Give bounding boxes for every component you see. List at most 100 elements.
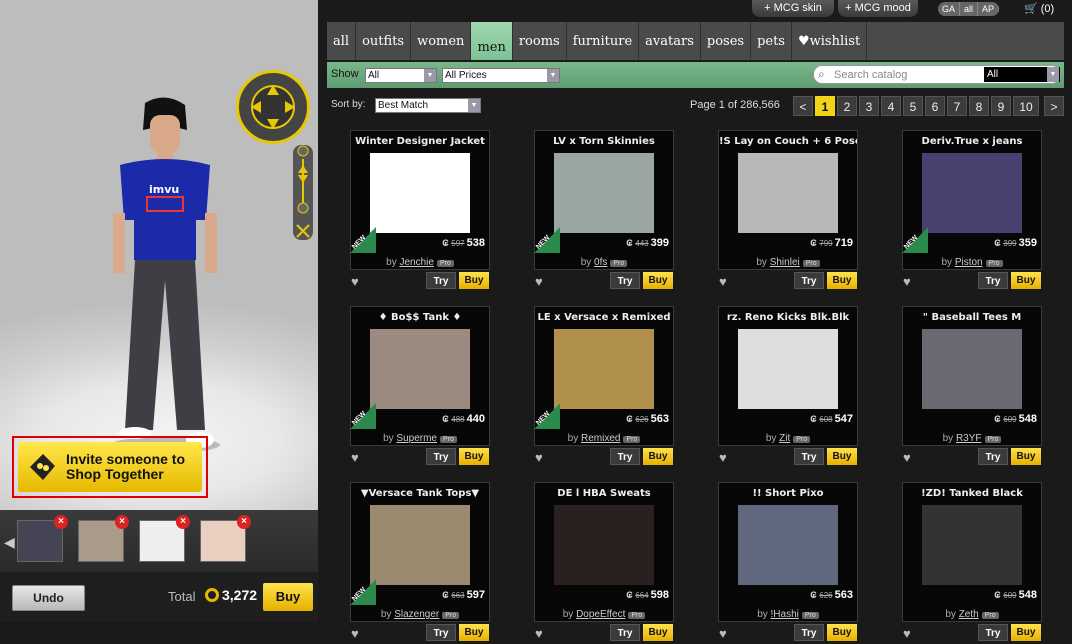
try-button[interactable]: Try: [978, 272, 1008, 289]
product-title[interactable]: LE x Versace x Remixed: [535, 312, 673, 323]
creator-link[interactable]: 0fs: [594, 257, 607, 268]
product-card[interactable]: rz. Reno Kicks Blk.Blk ₢ 608 547 by Zit Pr…: [718, 306, 858, 446]
try-button[interactable]: Try: [610, 272, 640, 289]
page-button-5[interactable]: 5: [903, 96, 923, 116]
product-card[interactable]: LE x Versace x Remixed NEW ₢ 626 563 by R…: [534, 306, 674, 446]
remove-icon[interactable]: ×: [115, 515, 129, 529]
buy-button[interactable]: Buy: [1011, 448, 1041, 465]
product-title[interactable]: Winter Designer Jacket: [351, 136, 489, 147]
product-thumbnail[interactable]: [922, 505, 1022, 585]
product-card[interactable]: DE l HBA Sweats ₢ 664 598 by DopeEffect Pr…: [534, 482, 674, 622]
page-button-6[interactable]: 6: [925, 96, 945, 116]
page-button-2[interactable]: 2: [837, 96, 857, 116]
page-button-7[interactable]: 7: [947, 96, 967, 116]
tab-furniture[interactable]: furniture: [567, 22, 640, 60]
page-button-10[interactable]: 10: [1013, 96, 1039, 116]
remove-icon[interactable]: ×: [54, 515, 68, 529]
tab-all[interactable]: all: [327, 22, 357, 60]
page-button-3[interactable]: 3: [859, 96, 879, 116]
creator-link[interactable]: Slazenger: [394, 609, 439, 620]
buy-button[interactable]: Buy: [643, 272, 673, 289]
buy-all-button[interactable]: Buy: [263, 583, 313, 611]
tab-rooms[interactable]: rooms: [513, 22, 567, 60]
buy-button[interactable]: Buy: [827, 448, 857, 465]
product-thumbnail[interactable]: [370, 505, 470, 585]
undo-button[interactable]: Undo: [12, 585, 85, 611]
wishlist-heart-icon[interactable]: ♥: [351, 274, 359, 289]
tab-pets[interactable]: pets: [751, 22, 792, 60]
zoom-slider[interactable]: [293, 145, 313, 240]
product-title[interactable]: !ZD! Tanked Black: [903, 488, 1041, 499]
product-card[interactable]: Winter Designer Jacket NEW ₢ 597 538 by J…: [350, 130, 490, 270]
buy-button[interactable]: Buy: [827, 624, 857, 641]
invite-button[interactable]: Invite someone to Shop Together: [18, 442, 202, 492]
rating-ga[interactable]: GA: [938, 2, 961, 16]
remove-icon[interactable]: ×: [176, 515, 190, 529]
wishlist-heart-icon[interactable]: ♥: [719, 450, 727, 465]
creator-link[interactable]: Shinlei: [770, 257, 800, 268]
product-thumbnail[interactable]: [554, 153, 654, 233]
buy-button[interactable]: Buy: [1011, 624, 1041, 641]
page-button-1[interactable]: 1: [815, 96, 835, 116]
mcg-mood-button[interactable]: + MCG mood: [838, 0, 918, 17]
buy-button[interactable]: Buy: [827, 272, 857, 289]
product-title[interactable]: !! Short Pixo: [719, 488, 857, 499]
wishlist-heart-icon[interactable]: ♥: [719, 626, 727, 641]
product-card[interactable]: ♦ Bo$$ Tank ♦ NEW ₢ 488 440 by Superme Pro: [350, 306, 490, 446]
try-button[interactable]: Try: [794, 448, 824, 465]
product-title[interactable]: DE l HBA Sweats: [535, 488, 673, 499]
try-button[interactable]: Try: [610, 448, 640, 465]
mcg-skin-button[interactable]: + MCG skin: [752, 0, 834, 17]
buy-button[interactable]: Buy: [459, 624, 489, 641]
show-select[interactable]: All ▼: [365, 68, 437, 83]
page-button-4[interactable]: 4: [881, 96, 901, 116]
creator-link[interactable]: !Hashi: [771, 609, 799, 620]
tab-avatars[interactable]: avatars: [639, 22, 701, 60]
camera-rotate-control[interactable]: [236, 70, 310, 144]
page-button-8[interactable]: 8: [969, 96, 989, 116]
try-button[interactable]: Try: [978, 624, 1008, 641]
product-card[interactable]: LV x Torn Skinnies NEW ₢ 443 399 by 0fs Pr…: [534, 130, 674, 270]
tab-outfits[interactable]: outfits: [356, 22, 412, 60]
product-title[interactable]: ♦ Bo$$ Tank ♦: [351, 312, 489, 323]
creator-link[interactable]: DopeEffect: [576, 609, 625, 620]
sort-select[interactable]: Best Match ▼: [375, 98, 481, 113]
creator-link[interactable]: Zit: [779, 433, 790, 444]
creator-link[interactable]: Superme: [396, 433, 437, 444]
product-thumbnail[interactable]: [738, 329, 838, 409]
creator-link[interactable]: R3YF: [956, 433, 982, 444]
product-thumbnail[interactable]: [738, 153, 838, 233]
tab-wishlist[interactable]: ♥ wishlist: [792, 22, 868, 60]
invite-shop-together[interactable]: Invite someone to Shop Together: [12, 436, 208, 498]
try-button[interactable]: Try: [794, 624, 824, 641]
buy-button[interactable]: Buy: [643, 448, 673, 465]
product-thumbnail[interactable]: [922, 329, 1022, 409]
search-input[interactable]: ⌕ Search catalog All ▼: [813, 65, 1061, 84]
product-title[interactable]: ▼Versace Tank Tops▼: [351, 488, 489, 499]
try-button[interactable]: Try: [426, 448, 456, 465]
search-scope-select[interactable]: All ▼: [984, 67, 1060, 82]
tray-item[interactable]: ×: [200, 515, 251, 562]
product-card[interactable]: ▼Versace Tank Tops▼ NEW ₢ 663 597 by Slaz…: [350, 482, 490, 622]
tray-left-arrow-icon[interactable]: ◀: [4, 534, 15, 551]
rating-ap[interactable]: AP: [978, 2, 1000, 16]
avatar-stage[interactable]: imvu Invite someone to Shop Together: [0, 0, 318, 510]
product-title[interactable]: rz. Reno Kicks Blk.Blk: [719, 312, 857, 323]
product-thumbnail[interactable]: [554, 329, 654, 409]
product-thumbnail[interactable]: [370, 329, 470, 409]
page-next-button[interactable]: >: [1044, 96, 1064, 116]
product-title[interactable]: " Baseball Tees M: [903, 312, 1041, 323]
price-select[interactable]: All Prices ▼: [442, 68, 560, 83]
wishlist-heart-icon[interactable]: ♥: [903, 626, 911, 641]
wishlist-heart-icon[interactable]: ♥: [903, 274, 911, 289]
try-button[interactable]: Try: [610, 624, 640, 641]
creator-link[interactable]: Jenchie: [399, 257, 433, 268]
try-button[interactable]: Try: [426, 624, 456, 641]
product-title[interactable]: LV x Torn Skinnies: [535, 136, 673, 147]
wishlist-heart-icon[interactable]: ♥: [535, 274, 543, 289]
try-button[interactable]: Try: [426, 272, 456, 289]
product-card[interactable]: " Baseball Tees M ₢ 609 548 by R3YF Pro: [902, 306, 1042, 446]
try-button[interactable]: Try: [978, 448, 1008, 465]
wishlist-heart-icon[interactable]: ♥: [351, 450, 359, 465]
tray-item[interactable]: ×: [17, 515, 68, 562]
